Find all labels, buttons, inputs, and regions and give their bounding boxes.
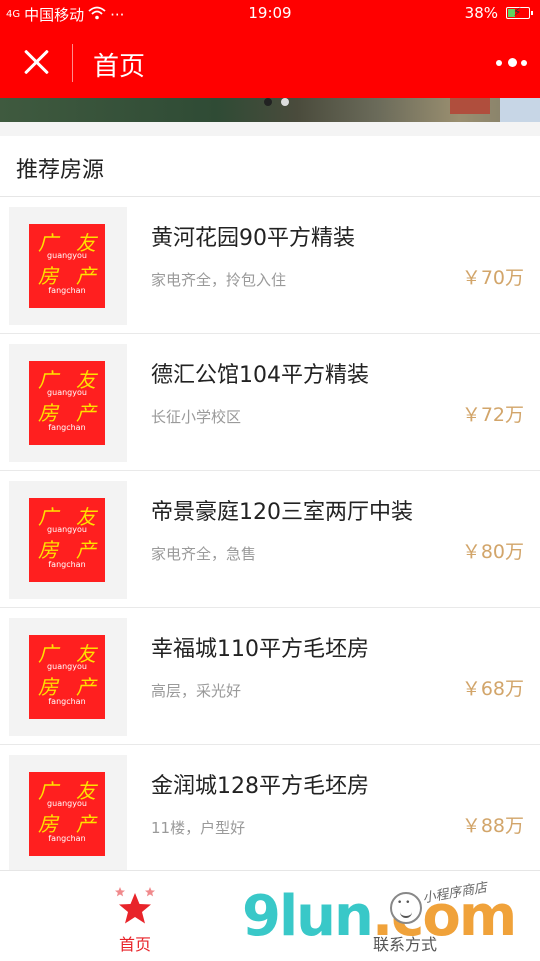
- listing-title: 金润城128平方毛坯房: [151, 774, 369, 799]
- title-divider: [72, 44, 73, 82]
- title-bar: 首页: [0, 28, 540, 98]
- listing-thumbnail: 广友 guangyou 房产 fangchan: [9, 207, 127, 325]
- tab-home[interactable]: 首页: [0, 871, 270, 961]
- listing-thumbnail: 广友 guangyou 房产 fangchan: [9, 481, 127, 599]
- list-item[interactable]: 广友 guangyou 房产 fangchan 帝景豪庭120三室两厅中装 家电…: [0, 471, 540, 608]
- listing-thumbnail: 广友 guangyou 房产 fangchan: [9, 755, 127, 873]
- listing-price: ￥72万: [461, 404, 524, 426]
- list-item[interactable]: 广友 guangyou 房产 fangchan 金润城128平方毛坯房 11楼，…: [0, 745, 540, 881]
- listing-description: 家电齐全，拎包入住: [151, 271, 287, 289]
- company-logo: 广友 guangyou 房产 fangchan: [29, 635, 105, 719]
- company-logo: 广友 guangyou 房产 fangchan: [29, 772, 105, 856]
- company-logo: 广友 guangyou 房产 fangchan: [29, 224, 105, 308]
- listing-price: ￥80万: [461, 541, 524, 563]
- listing-description: 11楼，户型好: [151, 819, 246, 837]
- listing-price: ￥68万: [461, 678, 524, 700]
- listing-description: 长征小学校区: [151, 408, 242, 426]
- listing-list: 广友 guangyou 房产 fangchan 黄河花园90平方精装 家电齐全，…: [0, 197, 540, 881]
- tab-home-label: 首页: [118, 935, 151, 954]
- battery-icon: ⚡: [506, 5, 533, 19]
- tab-contact-label: 联系方式: [372, 935, 437, 954]
- more-options-icon[interactable]: [496, 50, 530, 74]
- status-bar: 4G 中国移动 ··· 19:09 38% ⚡: [0, 0, 540, 28]
- carousel-dot-active[interactable]: [264, 98, 272, 106]
- list-item[interactable]: 广友 guangyou 房产 fangchan 幸福城110平方毛坯房 高层，采…: [0, 608, 540, 745]
- company-logo: 广友 guangyou 房产 fangchan: [29, 498, 105, 582]
- banner-carousel[interactable]: [0, 98, 540, 122]
- section-header: 推荐房源: [0, 136, 540, 197]
- listing-title: 幸福城110平方毛坯房: [151, 637, 369, 662]
- listing-thumbnail: 广友 guangyou 房产 fangchan: [9, 618, 127, 736]
- listing-price: ￥70万: [461, 267, 524, 289]
- list-item[interactable]: 广友 guangyou 房产 fangchan 黄河花园90平方精装 家电齐全，…: [0, 197, 540, 334]
- page-title: 首页: [93, 52, 146, 82]
- tab-bar: 首页 联系方式: [0, 870, 540, 961]
- listing-description: 高层，采光好: [151, 682, 242, 700]
- banner-image-sky: [500, 98, 540, 122]
- company-logo: 广友 guangyou 房产 fangchan: [29, 361, 105, 445]
- listing-thumbnail: 广友 guangyou 房产 fangchan: [9, 344, 127, 462]
- listing-title: 帝景豪庭120三室两厅中装: [151, 500, 413, 525]
- list-item[interactable]: 广友 guangyou 房产 fangchan 德汇公馆104平方精装 长征小学…: [0, 334, 540, 471]
- clock: 19:09: [248, 4, 292, 22]
- battery-percent: 38%: [464, 4, 498, 22]
- banner-image-gate: [450, 98, 490, 114]
- close-icon[interactable]: [20, 46, 52, 78]
- listing-price: ￥88万: [461, 815, 524, 837]
- tab-contact[interactable]: 联系方式: [270, 871, 540, 961]
- listing-title: 德汇公馆104平方精装: [151, 363, 369, 388]
- star-icon: [115, 887, 155, 924]
- section-title: 推荐房源: [16, 158, 105, 183]
- listing-title: 黄河花园90平方精装: [151, 226, 355, 251]
- listing-description: 家电齐全，急售: [151, 545, 257, 563]
- carousel-dot[interactable]: [281, 98, 289, 106]
